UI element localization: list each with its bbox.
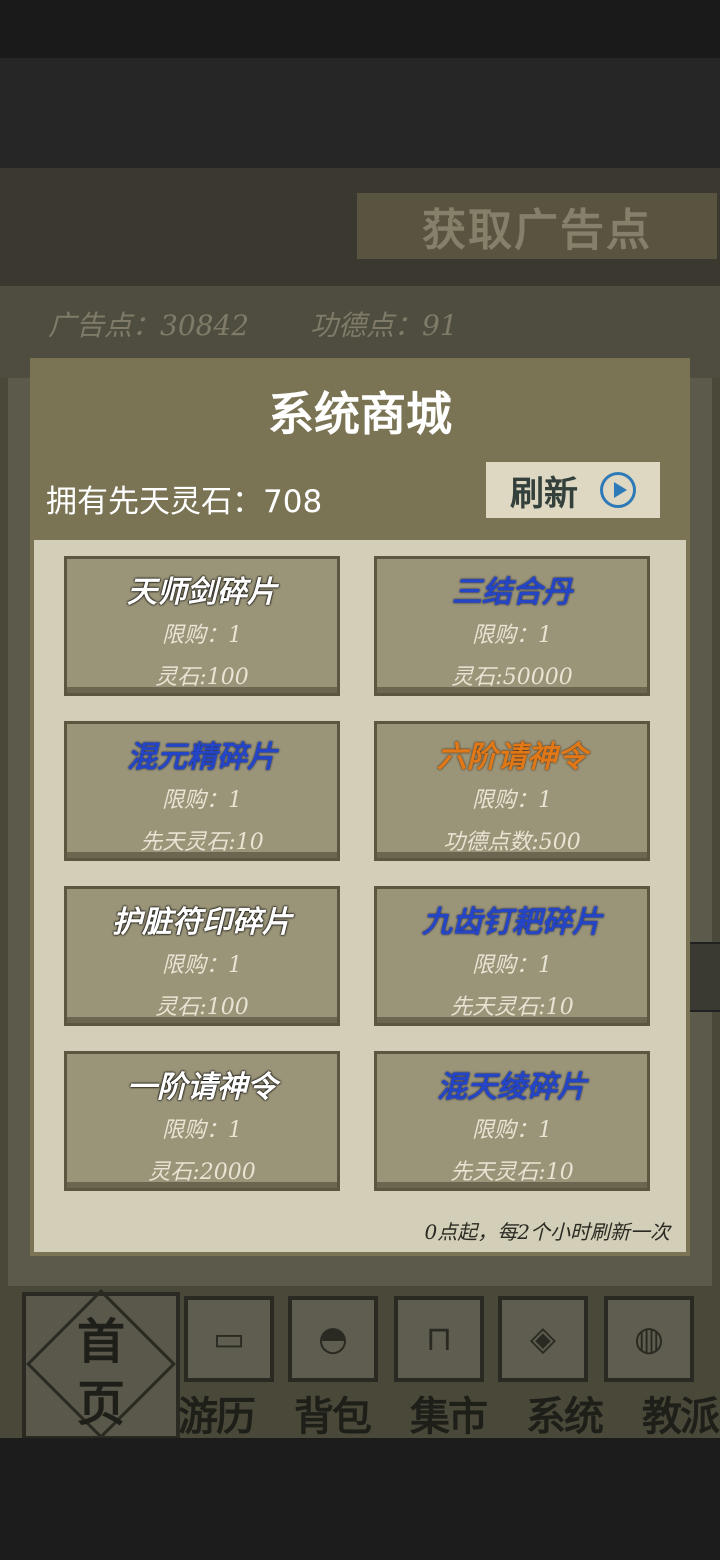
play-icon: [600, 472, 636, 508]
refresh-note: 0点起，每2个小时刷新一次: [424, 1220, 670, 1244]
get-ad-points-button[interactable]: 获取广告点: [357, 193, 717, 259]
nav-labels: 游历 背包 集市 系统 教派: [178, 1384, 720, 1440]
item-limit: 限购：1: [162, 623, 242, 648]
item-name: 混天绫碎片: [437, 1070, 587, 1105]
home-button[interactable]: 首 页: [22, 1289, 180, 1440]
merit-points-text: 功德点：91: [310, 309, 458, 342]
sect-bowl-icon[interactable]: ◍: [604, 1296, 694, 1382]
home-label-2: 页: [76, 1376, 125, 1432]
item-grid: 0点起，每2个小时刷新一次 天师剑碎片限购：1 灵石:100 三结合丹限购：1 灵石:…: [34, 540, 686, 1252]
tab-system[interactable]: 系统: [526, 1384, 604, 1440]
system-seal-icon[interactable]: ◈: [498, 1296, 588, 1382]
item-price: 灵石:100: [155, 995, 249, 1020]
item-price: 先天灵石:10: [450, 1160, 574, 1185]
item-limit: 限购：1: [162, 953, 242, 978]
item-price: 灵石:50000: [451, 665, 573, 690]
item-limit: 限购：1: [472, 953, 552, 978]
item-price: 先天灵石:10: [450, 995, 574, 1020]
tab-travel[interactable]: 游历: [178, 1384, 256, 1440]
item-price: 灵石:100: [155, 665, 249, 690]
refresh-button[interactable]: 刷新: [486, 462, 660, 518]
bag-icon[interactable]: ◓: [288, 1296, 378, 1382]
item-price: 先天灵石:10: [140, 830, 264, 855]
home-label-1: 首: [76, 1314, 125, 1370]
system-nav-bar: [0, 1438, 720, 1560]
item-name: 天师剑碎片: [127, 575, 277, 610]
item-limit: 限购：1: [472, 623, 552, 648]
refresh-label: 刷新: [510, 473, 578, 514]
item-limit: 限购：1: [472, 1118, 552, 1143]
shop-item-card[interactable]: 九齿钉耙碎片限购：1 先天灵石:10: [374, 886, 650, 1026]
shop-item-card[interactable]: 混元精碎片限购：1 先天灵石:10: [64, 721, 340, 861]
market-stall-icon[interactable]: ⊓: [394, 1296, 484, 1382]
chest-icon[interactable]: ▭: [184, 1296, 274, 1382]
item-name: 六阶请神令: [437, 740, 587, 775]
item-name: 混元精碎片: [127, 740, 277, 775]
side-handle[interactable]: [688, 942, 720, 1012]
shop-item-card[interactable]: 三结合丹限购：1 灵石:50000: [374, 556, 650, 696]
shop-dialog: 系统商城 拥有先天灵石：708 刷新 0点起，每2个小时刷新一次 天师剑碎片限购…: [30, 358, 690, 1256]
item-name: 一阶请神令: [127, 1070, 277, 1105]
status-bar: [0, 0, 720, 58]
item-price: 功德点数:500: [443, 830, 581, 855]
shop-item-card[interactable]: 六阶请神令限购：1 功德点数:500: [374, 721, 650, 861]
dialog-title: 系统商城: [268, 387, 452, 441]
item-name: 三结合丹: [452, 575, 572, 610]
item-name: 护脏符印碎片: [112, 905, 292, 940]
shop-item-card[interactable]: 一阶请神令限购：1 灵石:2000: [64, 1051, 340, 1191]
shop-item-card[interactable]: 混天绫碎片限购：1 先天灵石:10: [374, 1051, 650, 1191]
item-limit: 限购：1: [162, 788, 242, 813]
tab-bag[interactable]: 背包: [294, 1384, 372, 1440]
tab-market[interactable]: 集市: [410, 1384, 488, 1440]
item-limit: 限购：1: [162, 1118, 242, 1143]
shop-item-card[interactable]: 天师剑碎片限购：1 灵石:100: [64, 556, 340, 696]
item-price: 灵石:2000: [148, 1160, 256, 1185]
item-limit: 限购：1: [472, 788, 552, 813]
header: [0, 58, 720, 168]
tab-sect[interactable]: 教派: [642, 1384, 720, 1440]
innate-stone-count: 拥有先天灵石：708: [46, 484, 323, 520]
ad-points-text: 广告点：30842: [48, 309, 250, 342]
shop-item-card[interactable]: 护脏符印碎片限购：1 灵石:100: [64, 886, 340, 1026]
item-name: 九齿钉耙碎片: [422, 905, 602, 940]
